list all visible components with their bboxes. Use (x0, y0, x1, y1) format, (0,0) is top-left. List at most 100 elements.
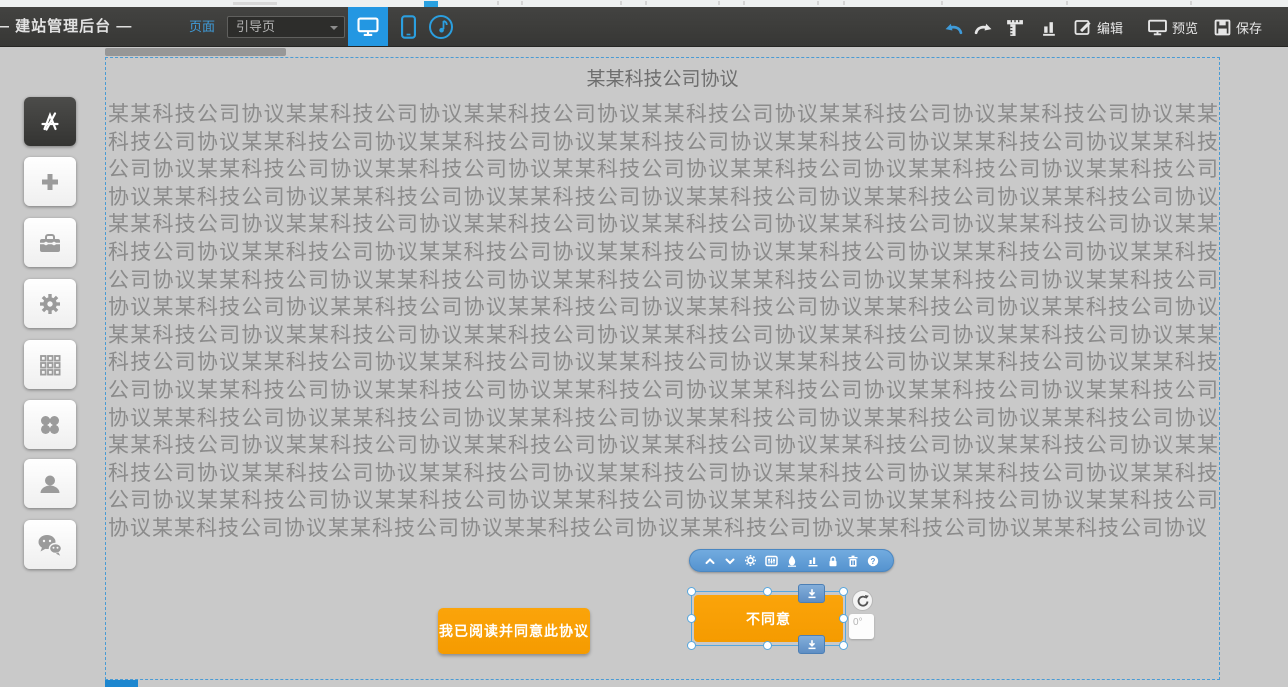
page-selection-frame[interactable]: 某某科技公司协议 某某科技公司协议某某科技公司协议某某科技公司协议某某科技公司协… (105, 57, 1220, 680)
component-toolbar: ? (689, 549, 894, 572)
page-dropdown[interactable]: 引导页 (227, 16, 345, 38)
redo-button[interactable] (970, 7, 996, 47)
device-mobile-button[interactable] (392, 7, 424, 47)
desktop-icon (357, 17, 379, 37)
document-body-text[interactable]: 某某科技公司协议某某科技公司协议某某科技公司协议某某科技公司协议某某科技公司协议… (108, 101, 1219, 544)
mobile-icon (401, 15, 416, 39)
preview-label: 预览 (1172, 18, 1198, 37)
rotate-component-button[interactable] (852, 590, 873, 611)
sidebar-item-widgets[interactable] (24, 400, 76, 449)
sidebar-item-settings[interactable] (24, 279, 76, 328)
resize-handle-bottom-right[interactable] (839, 641, 848, 650)
resize-handle-top-center[interactable] (763, 587, 772, 596)
top-edge-tick (521, 1, 523, 5)
gear-icon (38, 292, 62, 316)
editor-canvas: 某某科技公司协议 某某科技公司协议某某科技公司协议某某科技公司协议某某科技公司协… (0, 47, 1288, 687)
rotate-icon (856, 594, 870, 608)
selected-component-bounds[interactable]: 不同意 (691, 591, 846, 646)
app-title: — 建站管理后台 — (0, 7, 132, 47)
background-music-button[interactable] (424, 7, 458, 47)
document-title[interactable]: 某某科技公司协议 (106, 64, 1219, 91)
plus-icon (39, 171, 61, 193)
agree-button-label: 我已阅读并同意此协议 (439, 621, 589, 641)
page-dropdown-value: 引导页 (236, 19, 275, 34)
help-icon: ? (867, 555, 879, 567)
redo-icon (974, 20, 993, 35)
ruler-button[interactable] (1001, 7, 1027, 47)
sidebar-item-design-tools[interactable] (24, 97, 76, 146)
save-label: 保存 (1236, 18, 1262, 37)
edit-label: 编辑 (1097, 18, 1123, 37)
chevron-down-icon (724, 555, 736, 567)
move-up-button[interactable] (704, 555, 716, 567)
component-settings-button[interactable] (744, 554, 757, 567)
component-style-button[interactable] (786, 555, 798, 567)
music-icon (428, 14, 454, 40)
preview-monitor-icon (1148, 19, 1167, 36)
move-down-button[interactable] (724, 555, 736, 567)
user-icon (38, 472, 62, 496)
stretch-down-handle[interactable] (798, 635, 825, 654)
sliders-icon (765, 555, 778, 567)
chevron-down-icon (330, 26, 338, 30)
resize-handle-bottom-left[interactable] (687, 641, 696, 650)
design-tools-icon (38, 110, 62, 134)
rotation-angle-value: 0° (853, 617, 863, 628)
sidebar-item-add[interactable] (24, 157, 76, 206)
rotation-angle-readout: 0° (849, 614, 874, 639)
lock-icon (827, 555, 839, 567)
preview-button[interactable]: 预览 (1148, 7, 1198, 47)
top-edge-tick (817, 1, 819, 5)
agree-button-component[interactable]: 我已阅读并同意此协议 (438, 608, 590, 654)
edit-pencil-icon (1074, 18, 1092, 36)
sidebar-item-toolbox[interactable] (24, 218, 76, 267)
save-floppy-icon (1214, 19, 1231, 36)
top-edge-tick (497, 1, 499, 5)
component-lock-button[interactable] (827, 555, 839, 567)
top-edge-tick (620, 1, 622, 5)
sidebar-item-modules[interactable] (24, 340, 76, 389)
undo-icon (944, 20, 963, 35)
top-edge-tick (645, 1, 647, 5)
sidebar-item-wechat[interactable] (24, 520, 76, 569)
component-help-button[interactable]: ? (867, 555, 879, 567)
grid-icon (38, 353, 62, 377)
stats-icon (1041, 19, 1058, 36)
top-edge-tick (743, 1, 745, 5)
arrow-down-to-bar-icon (806, 639, 818, 651)
clover-icon (38, 413, 62, 437)
resize-handle-top-left[interactable] (687, 587, 696, 596)
top-toolbar: — 建站管理后台 — 页面 引导页 (0, 7, 1288, 47)
ruler-icon (1005, 18, 1024, 37)
stats-icon (807, 555, 819, 567)
paint-icon (786, 555, 798, 567)
component-sliders-button[interactable] (765, 555, 778, 567)
toolbox-icon (38, 232, 62, 254)
page-label: 页面 (189, 7, 215, 47)
resize-handle-middle-right[interactable] (839, 614, 848, 623)
top-edge-strip (0, 0, 1288, 7)
sidebar-item-account[interactable] (24, 459, 76, 508)
resize-handle-top-right[interactable] (839, 587, 848, 596)
trash-icon (847, 555, 859, 567)
device-desktop-button[interactable] (348, 7, 388, 47)
disagree-button-label: 不同意 (746, 609, 791, 629)
top-edge-accent-mark (424, 1, 438, 7)
save-button[interactable]: 保存 (1214, 7, 1262, 47)
component-stats-button[interactable] (807, 555, 819, 567)
top-edge-tick (941, 1, 943, 5)
next-section-edge (105, 680, 138, 687)
resize-handle-middle-left[interactable] (687, 614, 696, 623)
arrow-down-to-bar-icon (806, 588, 818, 600)
component-delete-button[interactable] (847, 555, 859, 567)
stats-button[interactable] (1036, 7, 1062, 47)
wechat-icon (37, 533, 63, 557)
svg-text:?: ? (870, 556, 875, 565)
horizontal-scrollbar-thumb[interactable] (105, 48, 286, 56)
stretch-up-handle[interactable] (798, 584, 825, 603)
undo-button[interactable] (940, 7, 966, 47)
top-edge-tick (1190, 1, 1192, 5)
edit-button[interactable]: 编辑 (1074, 7, 1123, 47)
resize-handle-bottom-center[interactable] (763, 641, 772, 650)
top-edge-tick (1066, 1, 1068, 5)
